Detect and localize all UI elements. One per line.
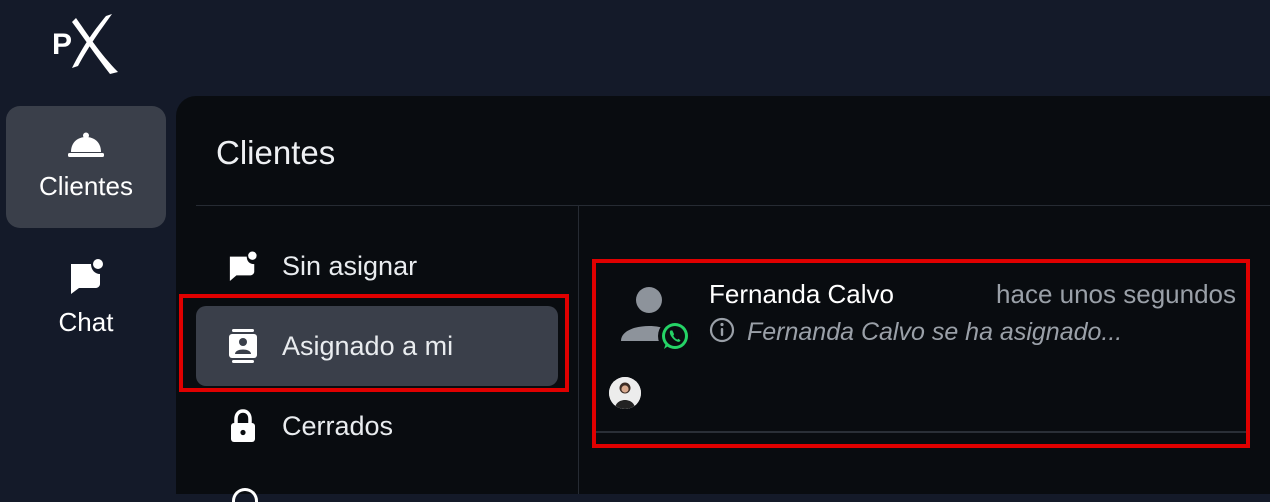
rail-item-chat[interactable]: Chat xyxy=(6,238,166,358)
highlight-box xyxy=(179,294,569,392)
nav-item-label: Sin asignar xyxy=(282,250,418,281)
highlight-box xyxy=(592,259,1250,448)
service-bell-icon xyxy=(68,132,104,163)
nav-item-partial[interactable] xyxy=(232,488,258,502)
app-logo[interactable]: P xyxy=(50,10,122,76)
svg-text:P: P xyxy=(52,28,72,61)
nav-item-label: Cerrados xyxy=(282,410,394,441)
nav-item-cerrados[interactable]: Cerrados xyxy=(196,386,558,466)
lock-icon xyxy=(228,409,258,443)
column-divider xyxy=(578,206,579,494)
rail-item-label: Clientes xyxy=(39,171,133,201)
header-divider xyxy=(196,205,1270,206)
page-title: Clientes xyxy=(216,134,336,171)
rail-item-label: Chat xyxy=(58,307,114,337)
chat-bubble-icon xyxy=(67,258,105,299)
rail-item-clientes[interactable]: Clientes xyxy=(6,106,166,228)
chat-unread-icon xyxy=(228,249,258,283)
